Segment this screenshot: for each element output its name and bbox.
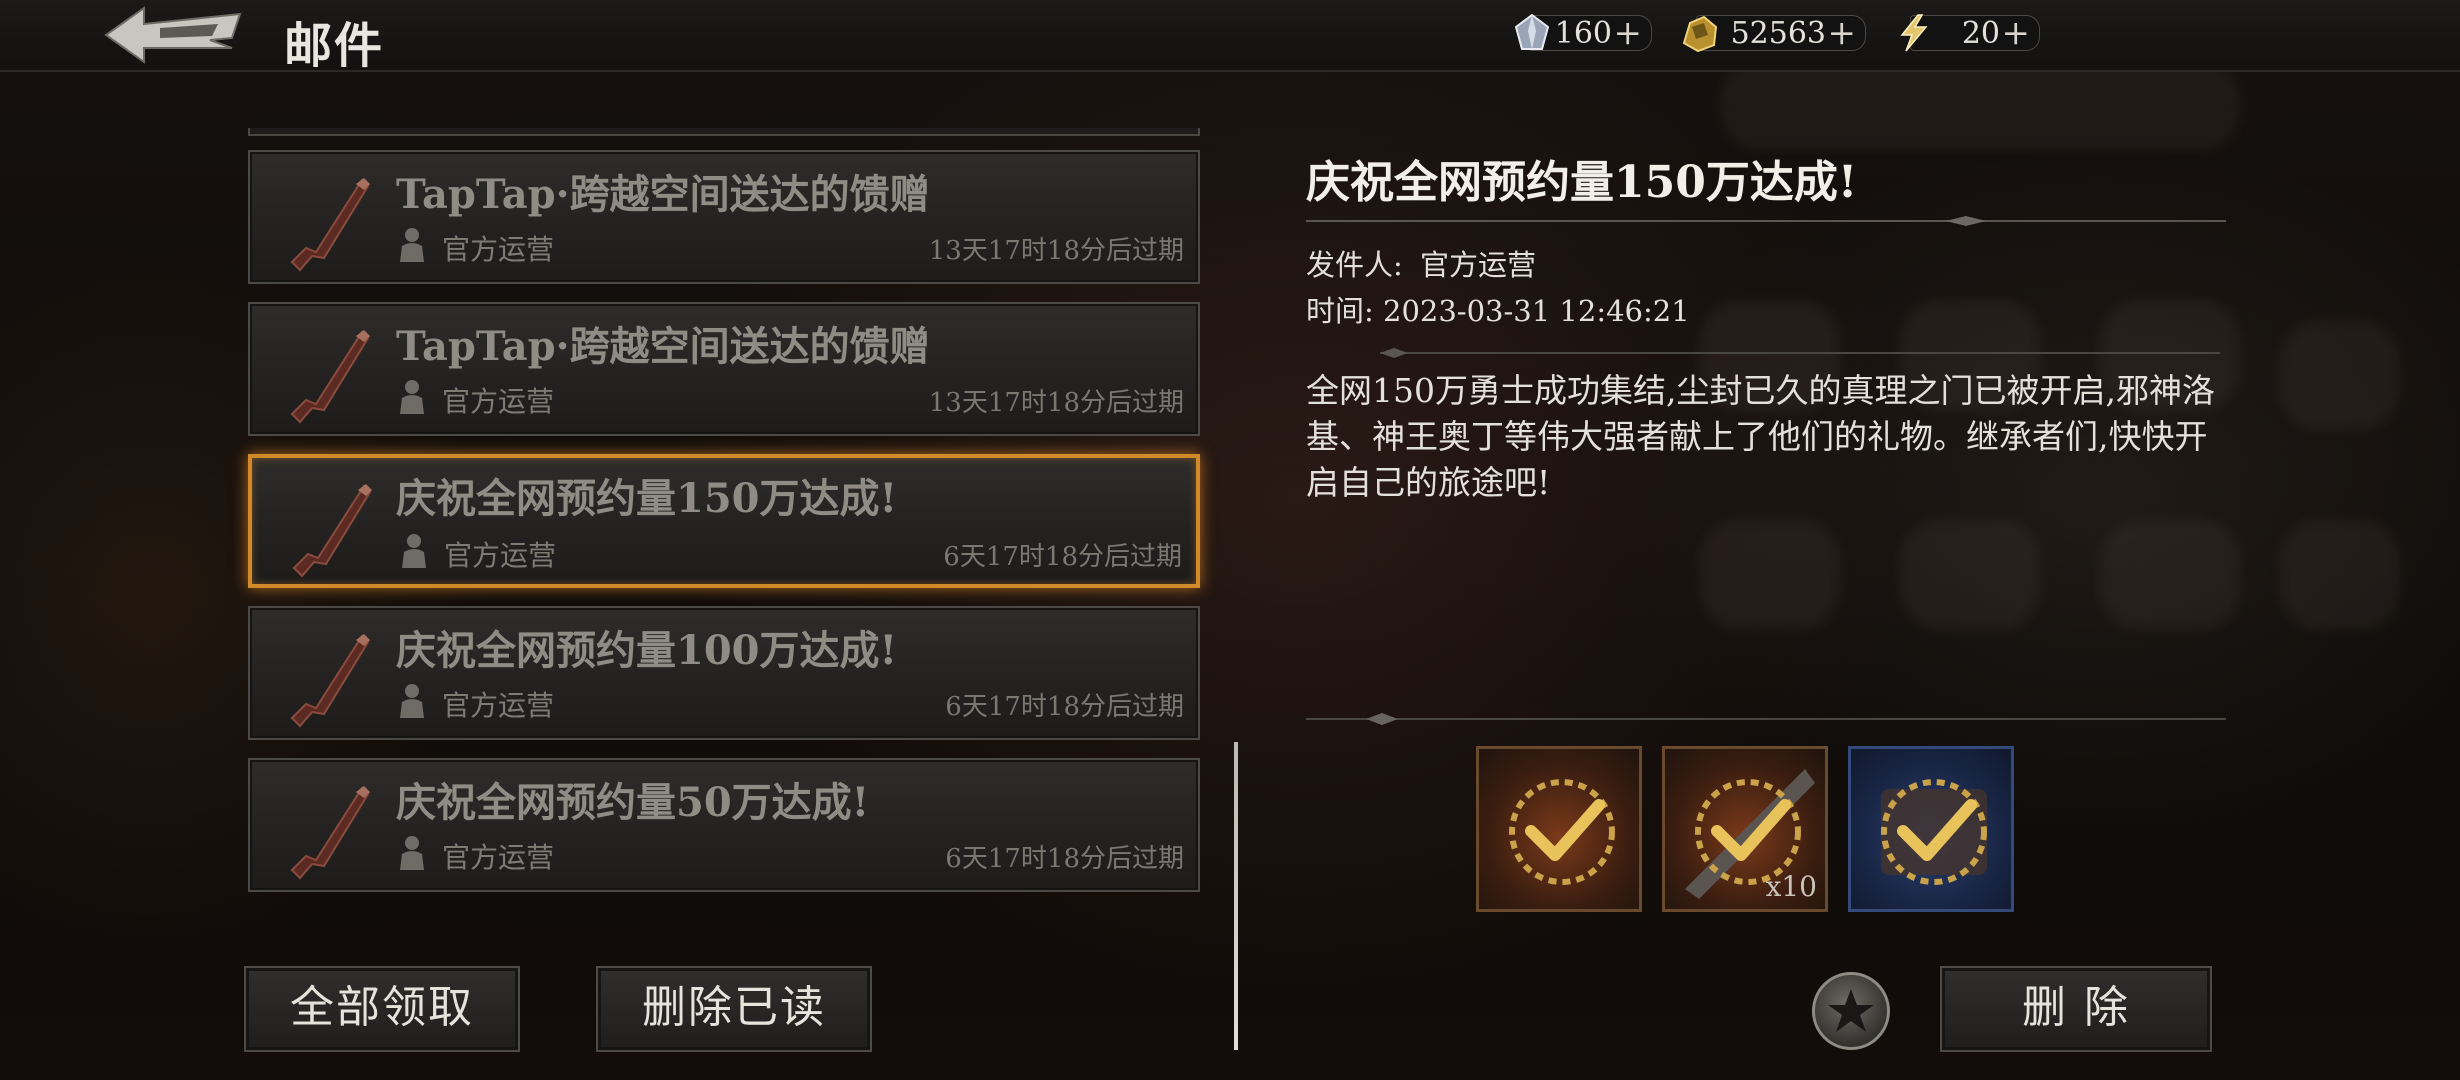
mail-subject: 庆祝全网预约量100万达成!	[396, 627, 898, 674]
time-label: 时间:	[1306, 294, 1374, 328]
favorite-star-button[interactable]	[1812, 972, 1890, 1050]
reward-item-3[interactable]	[1848, 746, 2014, 912]
top-bar: 邮件 160 + 52563 + 20 +	[0, 0, 2460, 74]
sent-time: 2023-03-31 12:46:21	[1383, 294, 1690, 328]
crystal-add-button[interactable]: +	[1614, 13, 1643, 53]
gold-add-button[interactable]: +	[1828, 13, 1857, 53]
dagger-icon	[290, 330, 370, 424]
dagger-icon	[290, 634, 370, 728]
person-icon	[400, 836, 424, 870]
list-scrollbar[interactable]	[1234, 742, 1238, 1050]
mail-item[interactable]: 庆祝全网预约量50万达成! 官方运营 6天17时18分后过期	[248, 758, 1200, 892]
person-icon	[400, 684, 424, 718]
sender-name: 官方运营	[1420, 248, 1537, 282]
mail-list-scroll-edge	[248, 128, 1200, 136]
mail-body: 全网150万勇士成功集结,尘封已久的真理之门已被开启,邪神洛基、神王奥丁等伟大强…	[1306, 371, 2215, 502]
mail-item[interactable]: TapTap·跨越空间送达的馈赠 官方运营 13天17时18分后过期	[248, 302, 1200, 436]
mail-sender: 官方运营	[442, 841, 555, 874]
dagger-icon	[292, 484, 372, 578]
mail-expire-time: 6天17时18分后过期	[943, 542, 1182, 572]
mail-sender: 官方运营	[442, 233, 555, 266]
mail-expire-time: 13天17时18分后过期	[928, 388, 1184, 418]
gold-resource: 52563 +	[1678, 13, 1866, 53]
claimed-check-icon	[1881, 779, 1987, 885]
energy-add-button[interactable]: +	[2002, 13, 2031, 53]
meta-divider-ornament	[1380, 348, 2220, 358]
mail-sender: 官方运营	[442, 689, 555, 722]
mail-expire-time: 13天17时18分后过期	[928, 236, 1184, 266]
claimed-check-icon	[1509, 779, 1615, 885]
mail-sender: 官方运营	[442, 385, 555, 418]
person-icon	[402, 534, 426, 568]
claim-all-button[interactable]: 全部领取	[244, 966, 520, 1052]
mail-subject: 庆祝全网预约量150万达成!	[396, 475, 898, 522]
crystal-icon	[1514, 13, 1550, 50]
person-icon	[400, 228, 424, 262]
mail-item-selected[interactable]: 庆祝全网预约量150万达成! 官方运营 6天17时18分后过期	[248, 454, 1200, 588]
mail-subject: TapTap·跨越空间送达的馈赠	[396, 323, 930, 370]
person-icon	[400, 380, 424, 414]
dagger-icon	[290, 178, 370, 272]
dagger-icon	[290, 786, 370, 880]
energy-resource: 20 +	[1892, 13, 2040, 53]
lightning-icon	[1900, 14, 1928, 52]
reward-item-2[interactable]: x10	[1662, 746, 1828, 912]
delete-read-button[interactable]: 删除已读	[596, 966, 872, 1052]
mail-sender: 官方运营	[444, 539, 557, 572]
star-icon	[1828, 989, 1874, 1032]
rewards-divider-ornament	[1306, 713, 2226, 725]
gold-ore-icon	[1682, 15, 1718, 53]
crystal-count: 160	[1554, 16, 1612, 51]
mail-expire-time: 6天17时18分后过期	[945, 844, 1184, 874]
sender-label: 发件人:	[1306, 248, 1403, 282]
mail-expire-time: 6天17时18分后过期	[945, 692, 1184, 722]
mail-subject: 庆祝全网预约量50万达成!	[396, 779, 870, 826]
mail-item[interactable]: TapTap·跨越空间送达的馈赠 官方运营 13天17时18分后过期	[248, 150, 1200, 284]
back-arrow-icon[interactable]	[100, 4, 250, 66]
page-title: 邮件	[284, 18, 385, 74]
gold-count: 52563	[1730, 16, 1826, 51]
mail-subject: TapTap·跨越空间送达的馈赠	[396, 171, 930, 218]
sender-row: 发件人: 官方运营	[1306, 242, 1536, 284]
mail-item[interactable]: 庆祝全网预约量100万达成! 官方运营 6天17时18分后过期	[248, 606, 1200, 740]
delete-button[interactable]: 删 除	[1940, 966, 2212, 1052]
energy-count: 20	[1961, 16, 2000, 51]
title-divider-ornament	[1306, 216, 2226, 226]
time-row: 时间: 2023-03-31 12:46:21	[1306, 288, 1690, 330]
reward-item-1[interactable]	[1476, 746, 1642, 912]
crystal-resource: 160 +	[1510, 13, 1652, 53]
mail-detail-title: 庆祝全网预约量150万达成!	[1306, 157, 1858, 208]
reward-quantity: x10	[1765, 870, 1817, 903]
